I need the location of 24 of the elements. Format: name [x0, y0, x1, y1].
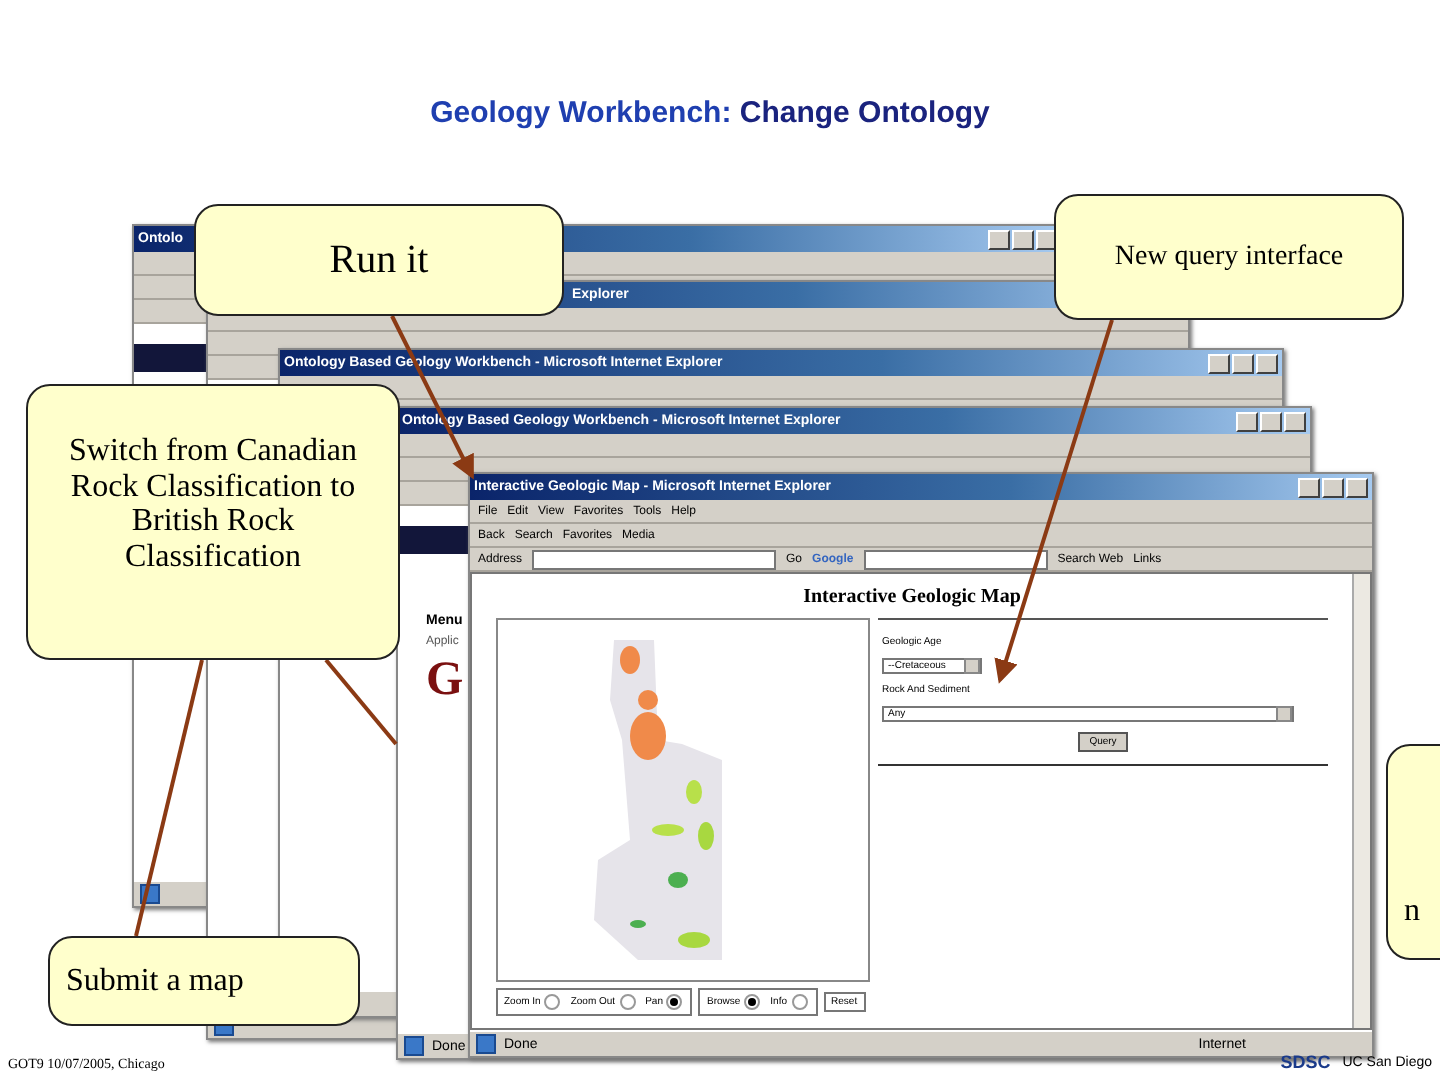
callout-text: Run it	[329, 238, 429, 282]
callout-text: Switch from Canadian Rock Classification to British Rock Classification	[67, 434, 359, 575]
scrollbar[interactable]	[1352, 574, 1370, 1028]
callout-text: n	[1404, 894, 1420, 930]
slide-title: Geology Workbench: Change Ontology	[428, 96, 992, 130]
radio-button[interactable]	[744, 994, 761, 1010]
page-icon	[404, 1036, 424, 1056]
address-field[interactable]	[532, 549, 777, 569]
radio-button[interactable]	[619, 994, 636, 1010]
callout-text: Submit a map	[66, 963, 244, 999]
radio-button[interactable]	[544, 994, 561, 1010]
window-controls-icon[interactable]	[988, 229, 1058, 249]
search-field[interactable]	[863, 549, 1048, 569]
window-controls-icon[interactable]	[1298, 477, 1368, 497]
page-icon	[476, 1034, 496, 1054]
logo-text: SDSC	[1280, 1052, 1331, 1072]
window-controls-icon[interactable]	[1208, 353, 1278, 373]
radio-button[interactable]	[666, 994, 683, 1010]
logo-letter: G	[426, 656, 464, 704]
callout-text: New query interface	[1114, 241, 1344, 273]
window-controls-icon[interactable]	[1236, 411, 1306, 431]
leader-line	[324, 658, 398, 746]
radio-button[interactable]	[791, 994, 808, 1010]
page-heading: Interactive Geologic Map	[801, 584, 1023, 612]
